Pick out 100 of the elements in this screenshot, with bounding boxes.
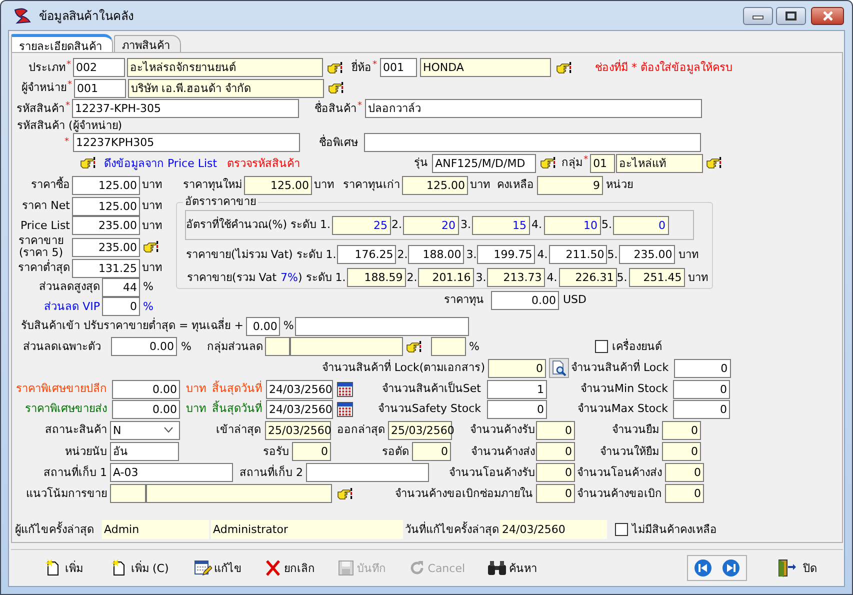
pointing-hand-icon[interactable] [337,486,353,500]
number-field[interactable]: 235.00 [619,245,676,264]
number-field[interactable]: 0 [674,358,731,378]
pointing-hand-icon[interactable] [327,60,343,74]
number-field[interactable]: 251.45 [628,268,685,287]
text-field[interactable]: บริษัท เอ.พี.ฮอนด้า จำกัด [128,78,324,98]
checkbox[interactable] [615,523,628,536]
text-field[interactable]: อัน [110,442,179,461]
toolbar-button[interactable]: เพิ่ม (C) [111,559,169,577]
number-field[interactable]: 188.00 [408,245,464,264]
number-field[interactable]: 25 [332,216,391,234]
text-field[interactable] [290,337,403,356]
text-field[interactable]: 12237KPH305 [73,133,300,152]
number-field[interactable]: 0.00 [246,316,280,336]
number-field[interactable]: 235.00 [72,238,140,256]
number-field[interactable]: 0 [665,463,704,482]
number-field[interactable]: 0 [662,420,701,440]
number-field[interactable]: 0 [102,297,140,316]
maximize-button[interactable] [776,6,806,24]
number-field[interactable]: 0 [673,380,730,398]
number-field[interactable]: 0 [488,358,546,378]
search-button[interactable] [549,358,569,378]
number-field[interactable]: 0 [665,484,704,503]
pointing-hand-icon[interactable] [540,156,556,170]
text-field[interactable] [364,133,701,152]
text-field[interactable]: 24/03/2560 [266,380,333,398]
minimize-button[interactable] [743,6,773,24]
number-field[interactable]: 201.16 [418,268,474,287]
number-field[interactable]: 0 [612,216,669,234]
number-field[interactable]: 125.00 [72,196,140,216]
text-field[interactable] [431,337,466,356]
tab[interactable]: ภาพสินค้า [114,35,181,52]
text-field[interactable] [295,316,470,336]
toolbar-button[interactable]: เพิ่ม [45,559,83,577]
text-field[interactable] [110,484,146,503]
pointing-hand-icon[interactable] [328,81,344,95]
number-field[interactable]: 213.73 [486,268,545,287]
text-field[interactable] [265,337,290,356]
pointing-hand-icon[interactable] [143,240,159,254]
number-field[interactable]: 0.00 [112,400,180,418]
dropdown[interactable]: N [110,420,180,440]
toolbar-button[interactable]: ยกเลิก [264,559,315,577]
calendar-icon[interactable] [337,382,353,396]
first-record-button[interactable] [694,559,712,577]
toolbar-button[interactable]: ค้นหา [487,559,538,577]
number-field[interactable]: 0.00 [111,337,177,356]
number-field[interactable]: 0 [536,420,575,440]
calendar-icon[interactable] [337,402,353,416]
link[interactable]: ดึงข้อมูลจาก Price List [104,154,218,172]
text-field[interactable] [146,484,332,503]
text-field[interactable]: 001 [74,78,126,98]
pointing-hand-icon[interactable] [706,156,722,170]
number-field[interactable]: 125.00 [402,176,468,194]
tab[interactable]: รายละเอียดสินค้า [11,34,113,52]
next-record-button[interactable] [722,559,740,577]
text-field[interactable]: อะไหล่รถจักรยานยนต์ [127,58,323,77]
number-field[interactable]: 1 [487,380,547,398]
text-field[interactable]: HONDA [420,58,551,77]
toolbar-button[interactable]: แก้ไข [194,559,242,577]
pointing-hand-icon[interactable] [406,340,422,354]
pointing-hand-icon[interactable] [80,156,96,170]
text-field[interactable]: อะไหล่แท้ [616,154,704,172]
number-field[interactable]: 199.75 [477,245,536,264]
text-field[interactable]: 002 [73,58,125,77]
number-field[interactable]: 188.59 [346,268,406,287]
number-field[interactable]: 15 [472,216,530,234]
text-field[interactable] [306,463,429,482]
number-field[interactable]: 0 [673,400,730,418]
checkbox[interactable] [595,340,608,353]
number-field[interactable]: 0.00 [491,290,559,310]
number-field[interactable]: 44 [102,278,140,296]
pointing-hand-icon[interactable] [556,60,572,74]
close-button[interactable] [811,6,844,24]
number-field[interactable]: 176.25 [337,245,396,264]
number-field[interactable]: 10 [544,216,601,234]
text-field[interactable]: 12237-KPH-305 [72,99,299,118]
number-field[interactable]: 0 [292,442,331,461]
number-field[interactable]: 0 [536,484,575,503]
number-field[interactable]: 20 [402,216,459,234]
number-field[interactable]: 131.25 [72,258,140,278]
text-field[interactable]: ANF125/M/D/MD [432,154,536,172]
close-form-button[interactable]: ปิด [777,559,818,577]
number-field[interactable]: 9 [537,176,603,194]
number-field[interactable]: 0 [536,463,575,482]
text-field[interactable]: 01 [590,154,616,172]
number-field[interactable]: 0.00 [112,380,180,398]
number-field[interactable]: 0 [536,442,575,461]
text-field[interactable]: 25/03/2560 [265,420,331,440]
number-field[interactable]: 211.50 [549,245,608,264]
number-field[interactable]: 0 [662,442,701,461]
number-field[interactable]: 125.00 [244,176,312,194]
text-field[interactable]: 24/03/2560 [266,400,333,418]
number-field[interactable]: 235.00 [72,216,140,235]
number-field[interactable]: 0 [487,400,547,418]
link[interactable]: ตรวจรหัสสินค้า [227,154,308,172]
number-field[interactable]: 125.00 [72,176,140,194]
text-field[interactable]: ปลอกวาล์ว [365,99,702,118]
number-field[interactable]: 0 [412,442,451,461]
text-field[interactable]: 001 [380,58,417,77]
number-field[interactable]: 226.31 [558,268,617,287]
